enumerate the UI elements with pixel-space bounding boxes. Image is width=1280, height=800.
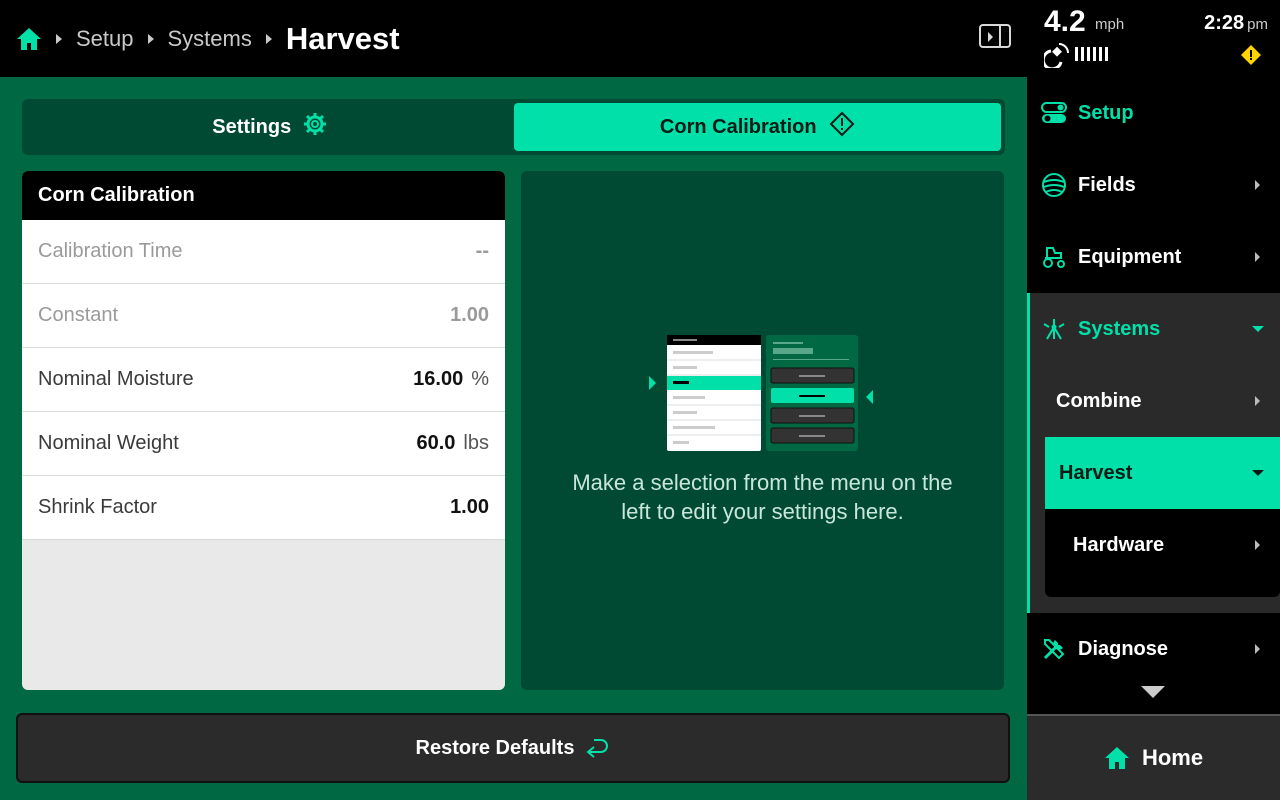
gear-icon (303, 112, 327, 142)
page-title: Harvest (285, 20, 400, 56)
row-value: -- (475, 240, 489, 262)
row-label: Calibration Time (38, 240, 183, 262)
sidebar-item-label: Systems (1078, 317, 1161, 340)
tab-settings[interactable]: Settings (26, 103, 514, 151)
tab-corn-calibration[interactable]: Corn Calibration (513, 103, 1001, 151)
row-value-group: 16.00% (413, 368, 489, 391)
breadcrumb-setup[interactable]: Setup (76, 26, 134, 52)
sidebar-subitem-label: Harvest (1059, 461, 1133, 484)
row-label: Shrink Factor (38, 496, 157, 518)
sidebar-item-setup[interactable]: Setup (1027, 77, 1280, 149)
shrink-factor-row[interactable]: Shrink Factor 1.00 (22, 476, 505, 540)
row-unit: lbs (463, 432, 489, 454)
calibration-card: Corn Calibration Calibration Time -- Con… (22, 171, 505, 690)
breadcrumb-systems[interactable]: Systems (168, 26, 252, 52)
home-icon[interactable] (16, 27, 42, 51)
home-icon (1104, 747, 1129, 769)
row-label: Nominal Weight (38, 432, 179, 454)
breadcrumb-separator-icon (265, 33, 272, 44)
nominal-moisture-row[interactable]: Nominal Moisture 16.00% (22, 348, 505, 412)
tab-bar: Settings Corn Calibration (22, 99, 1005, 155)
warning-diamond-icon (829, 111, 855, 143)
row-label: Nominal Moisture (38, 368, 194, 390)
chevron-down-icon (1252, 326, 1264, 332)
chevron-right-icon (1255, 396, 1260, 406)
calibration-time-row: Calibration Time -- (22, 220, 505, 284)
tab-corn-calibration-label: Corn Calibration (659, 115, 817, 138)
sidebar-item-combine[interactable]: Combine (1056, 365, 1280, 437)
chevron-right-icon (1255, 644, 1260, 654)
clock-time: 2:28 (1204, 12, 1245, 34)
sidebar-item-fields[interactable]: Fields (1027, 149, 1280, 221)
nominal-weight-row[interactable]: Nominal Weight 60.0 lbs (22, 412, 505, 476)
sidebar-item-label: Equipment (1078, 245, 1182, 268)
panel-toggle-icon[interactable] (979, 24, 1011, 48)
sidebar-item-hardware[interactable]: Hardware (1045, 509, 1280, 581)
sidebar-item-harvest[interactable]: Harvest (1045, 437, 1280, 509)
chevron-right-icon (1255, 180, 1260, 190)
main-content: Settings Corn Calibration Corn Calibrati… (0, 77, 1027, 800)
row-value: 16.00 (413, 368, 464, 390)
row-value: 1.00 (450, 304, 489, 326)
app-root: Setup Systems Harvest Settings Corn Cali… (0, 0, 1280, 800)
warning-icon[interactable] (1240, 44, 1262, 66)
restore-defaults-label: Restore Defaults (415, 736, 575, 759)
harvest-children: Hardware (1045, 509, 1280, 597)
empty-state-message: Make a selection from the menu on the le… (572, 470, 953, 524)
clock: 2:28 pm (1204, 12, 1268, 35)
systems-icon (1043, 319, 1065, 340)
selection-illustration-icon (649, 335, 873, 451)
sidebar-item-diagnose[interactable]: Diagnose (1027, 613, 1280, 685)
undo-arrow-icon (586, 739, 609, 758)
sidebar-subitem-label: Combine (1056, 389, 1142, 412)
sidebar-item-systems[interactable]: Systems (1027, 293, 1280, 365)
clock-suffix: pm (1247, 16, 1268, 33)
sidebar-item-label: Diagnose (1078, 637, 1169, 660)
header-bar: Setup Systems Harvest (0, 0, 1027, 77)
sidebar-subitem-label: Hardware (1073, 533, 1165, 556)
sidebar-item-label: Setup (1078, 101, 1134, 124)
speed-value: 4.2 (1044, 5, 1086, 38)
tab-settings-label: Settings (212, 115, 292, 138)
row-unit: % (471, 368, 489, 390)
chevron-down-icon (1252, 470, 1264, 476)
satellite-signal-icon (1044, 43, 1069, 68)
row-label: Constant (38, 304, 119, 326)
breadcrumb-separator-icon (147, 33, 154, 44)
home-button-label: Home (1141, 745, 1204, 770)
row-value: 1.00 (450, 496, 489, 518)
systems-group: Systems Combine Harvest Hardware (1027, 293, 1280, 613)
tractor-icon (1043, 247, 1065, 268)
detail-panel: Make a selection from the menu on the le… (521, 171, 1004, 690)
signal-strength-icon (1075, 47, 1108, 61)
breadcrumb-separator-icon (56, 33, 62, 44)
home-button[interactable]: Home (1027, 714, 1280, 800)
speed-unit: mph (1095, 16, 1125, 33)
row-value: 60.0 (416, 432, 456, 454)
tools-icon (1043, 639, 1065, 660)
breadcrumb: Setup Systems Harvest (0, 0, 400, 77)
calibration-card-title: Corn Calibration (22, 171, 505, 220)
sidebar-item-equipment[interactable]: Equipment (1027, 221, 1280, 293)
constant-row: Constant 1.00 (22, 284, 505, 348)
row-value-group: 60.0 lbs (416, 432, 489, 455)
scroll-down-icon[interactable] (1141, 686, 1165, 698)
sidebar-item-label: Fields (1078, 173, 1136, 196)
sidebar-nav: Setup Fields Equipment Systems Combine H… (1027, 77, 1280, 714)
chevron-right-icon (1255, 252, 1260, 262)
restore-defaults-button[interactable]: Restore Defaults (16, 713, 1010, 783)
toggle-switches-icon (1041, 102, 1067, 123)
chevron-right-icon (1255, 540, 1260, 550)
status-area: 4.2 mph 2:28 pm (1027, 0, 1280, 77)
field-globe-icon (1042, 173, 1066, 197)
